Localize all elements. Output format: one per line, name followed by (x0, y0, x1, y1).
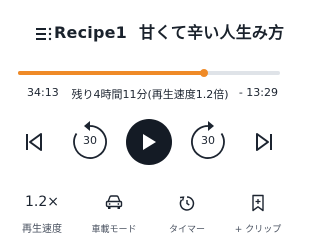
timer-button[interactable]: タイマー (152, 192, 222, 235)
progress-fill (18, 71, 204, 75)
speed-value: 1.2× (25, 194, 59, 210)
play-icon (143, 134, 156, 150)
skip-next-button[interactable] (252, 130, 276, 154)
time-row: 34:13 残り4時間11分(再生速度1.2倍) - 13:29 (0, 86, 300, 102)
car-mode-button[interactable]: 車載モード (79, 192, 149, 235)
clip-button[interactable]: + クリップ (223, 192, 293, 235)
remaining-time: - 13:29 (238, 86, 278, 99)
menu-list-icon[interactable] (36, 26, 52, 41)
rewind-seconds: 30 (83, 134, 97, 147)
car-icon (79, 194, 149, 214)
skip-previous-button[interactable] (22, 130, 46, 154)
skip-next-icon (256, 133, 272, 151)
bookmark-icon (223, 194, 293, 214)
bottom-toolbar: 1.2× 再生速度 車載モード タイマー + クリップ (0, 192, 300, 242)
skip-previous-icon (26, 133, 42, 151)
forward-30-button[interactable]: 30 (188, 120, 228, 164)
forward-seconds: 30 (201, 134, 215, 147)
rewind-30-button[interactable]: 30 (70, 120, 110, 164)
timer-icon (152, 194, 222, 214)
episode-number: Recipe1 (54, 23, 127, 42)
timer-label: タイマー (168, 225, 205, 235)
car-mode-label: 車載モード (91, 225, 137, 235)
speed-label: 再生速度 (22, 224, 62, 235)
episode-title-text: 甘くて辛い人生み方 (138, 23, 285, 42)
playback-controls: 30 30 (0, 110, 300, 174)
progress-thumb[interactable] (200, 69, 208, 77)
episode-title: Recipe1 甘くて辛い人生み方 (54, 19, 284, 43)
play-button[interactable] (126, 119, 172, 165)
progress-bar[interactable] (18, 69, 280, 77)
playback-speed-button[interactable]: 1.2× 再生速度 (7, 192, 77, 235)
clip-label: + クリップ (234, 225, 282, 235)
player-header: Recipe1 甘くて辛い人生み方 (0, 0, 300, 62)
